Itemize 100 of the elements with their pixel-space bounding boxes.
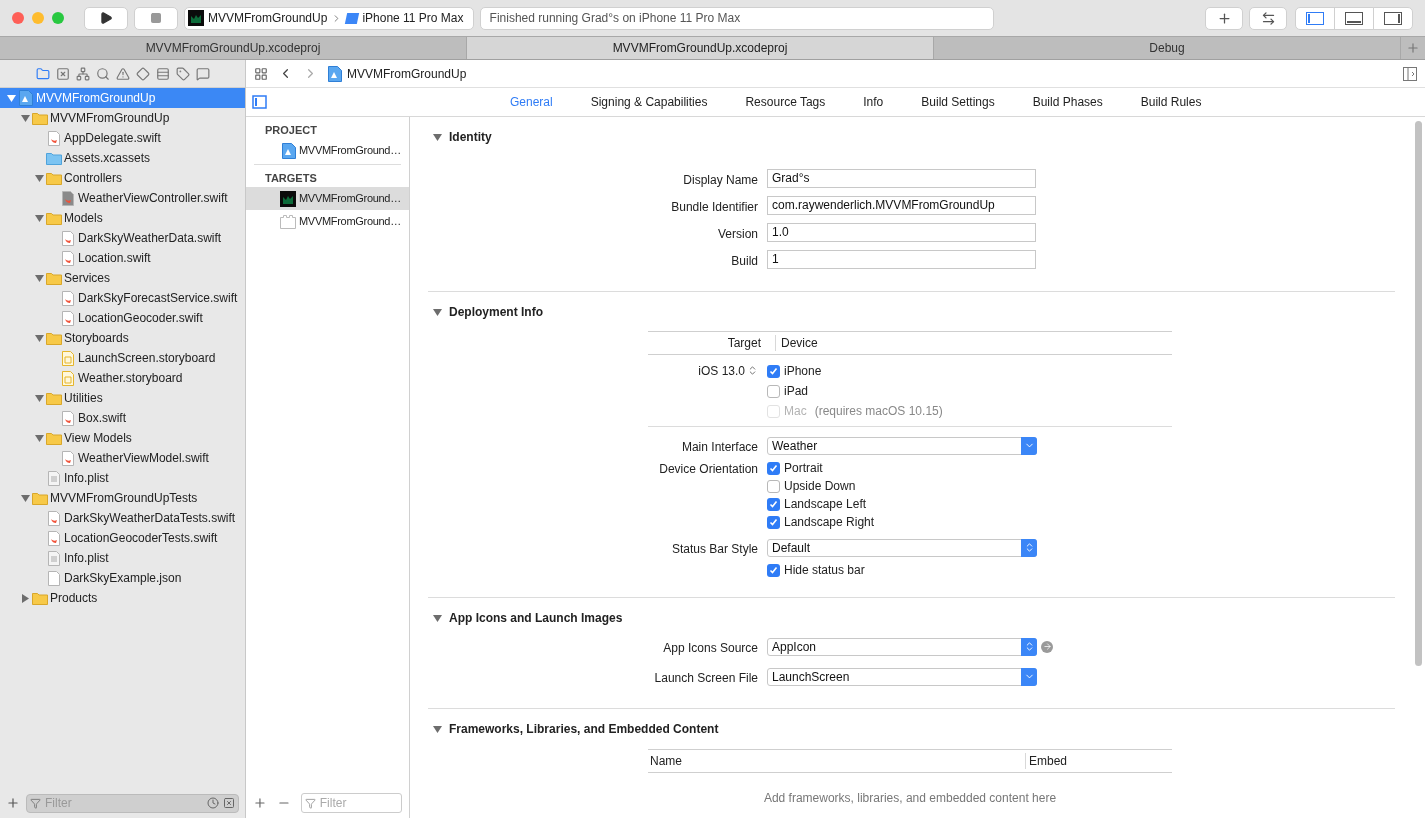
navigator-item[interactable]: Info.plist bbox=[0, 548, 245, 568]
disclosure-triangle-icon[interactable] bbox=[433, 724, 442, 734]
disclosure-triangle-icon[interactable] bbox=[20, 593, 30, 603]
editor-tab[interactable]: Resource Tags bbox=[745, 93, 826, 111]
grid-icon[interactable] bbox=[254, 66, 268, 81]
field-label: Device Orientation bbox=[659, 460, 758, 478]
swap-button[interactable] bbox=[1249, 6, 1287, 30]
editor-tab[interactable]: Build Settings bbox=[921, 93, 995, 111]
stop-button[interactable] bbox=[134, 6, 178, 30]
checkbox[interactable] bbox=[767, 515, 780, 529]
popup-button[interactable]: Default bbox=[767, 538, 1037, 557]
rows-icon[interactable] bbox=[155, 66, 170, 81]
navigator-item[interactable]: DarkSkyWeatherDataTests.swift bbox=[0, 508, 245, 528]
disclosure-triangle-icon[interactable] bbox=[20, 113, 30, 123]
clock-icon[interactable] bbox=[207, 797, 219, 809]
navigator-item[interactable]: Weather.storyboard bbox=[0, 368, 245, 388]
disclosure-triangle-icon[interactable] bbox=[433, 613, 442, 623]
scheme-selector[interactable]: MVVMFromGroundUp iPhone 11 Pro Max bbox=[184, 6, 474, 30]
layout-toggle-button[interactable] bbox=[1295, 6, 1335, 30]
navigator-item[interactable]: Info.plist bbox=[0, 468, 245, 488]
disclosure-triangle-icon[interactable] bbox=[34, 273, 44, 283]
square-x-icon[interactable] bbox=[223, 797, 235, 809]
disclosure-triangle-icon[interactable] bbox=[20, 493, 30, 503]
navigator-item[interactable]: Controllers bbox=[0, 168, 245, 188]
project-item[interactable]: MVVMFromGround… bbox=[246, 139, 409, 162]
text-field[interactable]: 1.0 bbox=[767, 223, 1036, 242]
section-title: Identity bbox=[449, 129, 492, 146]
navigator-item[interactable]: Location.swift bbox=[0, 248, 245, 268]
navigator-item[interactable]: Products bbox=[0, 588, 245, 608]
checkbox[interactable] bbox=[767, 364, 780, 378]
speech-bubble-icon[interactable] bbox=[195, 66, 210, 81]
disclosure-triangle-icon[interactable] bbox=[34, 173, 44, 183]
checkbox[interactable] bbox=[767, 479, 780, 493]
disclosure-triangle-icon[interactable] bbox=[433, 132, 442, 142]
navigator-item[interactable]: MVVMFromGroundUp bbox=[0, 108, 245, 128]
tag-icon[interactable] bbox=[175, 66, 190, 81]
navigator-item[interactable]: LocationGeocoderTests.swift bbox=[0, 528, 245, 548]
target-item[interactable]: MVVMFromGround… bbox=[246, 187, 409, 210]
diamond-icon[interactable] bbox=[135, 66, 150, 81]
navigator-item[interactable]: DarkSkyWeatherData.swift bbox=[0, 228, 245, 248]
folder-icon[interactable] bbox=[35, 66, 50, 81]
text-field[interactable]: com.raywenderlich.MVVMFromGroundUp bbox=[767, 196, 1036, 215]
checkbox[interactable] bbox=[767, 497, 780, 511]
text-field[interactable]: 1 bbox=[767, 250, 1036, 269]
run-button[interactable] bbox=[84, 6, 128, 30]
square-x-icon[interactable] bbox=[55, 66, 70, 81]
hierarchy-icon[interactable] bbox=[75, 66, 90, 81]
layout-toggle-button[interactable] bbox=[1334, 6, 1374, 30]
text-field[interactable]: Grad°s bbox=[767, 169, 1036, 188]
checkbox-label: Landscape Left bbox=[784, 496, 867, 513]
checkbox[interactable] bbox=[767, 563, 780, 577]
checkbox[interactable] bbox=[767, 384, 780, 398]
scrollbar-thumb[interactable] bbox=[1415, 121, 1422, 666]
section-header: PROJECT bbox=[265, 124, 317, 136]
sidebar-toggle-icon[interactable] bbox=[252, 95, 267, 109]
search-icon[interactable] bbox=[95, 66, 110, 81]
add-icon[interactable] bbox=[253, 796, 267, 810]
navigator-item[interactable]: WeatherViewController.swift bbox=[0, 188, 245, 208]
target-item[interactable]: MVVMFromGround… bbox=[246, 210, 409, 233]
navigator-item[interactable]: LocationGeocoder.swift bbox=[0, 308, 245, 328]
checkbox[interactable] bbox=[767, 461, 780, 475]
breadcrumb[interactable]: MVVMFromGroundUp bbox=[328, 64, 467, 83]
navigator-item[interactable]: AppDelegate.swift bbox=[0, 128, 245, 148]
empty-table-note: Add frameworks, libraries, and embedded content here bbox=[763, 791, 1057, 805]
editor-tab[interactable]: Info bbox=[863, 93, 884, 111]
disclosure-triangle-icon[interactable] bbox=[6, 93, 16, 103]
popup-button[interactable]: LaunchScreen bbox=[767, 667, 1037, 686]
swift-file-icon bbox=[48, 530, 60, 546]
disclosure-triangle-icon[interactable] bbox=[433, 307, 442, 317]
stepper-icon[interactable] bbox=[747, 365, 758, 376]
popup-button[interactable]: Weather bbox=[767, 436, 1037, 455]
storyboard-file-icon bbox=[62, 350, 74, 366]
warning-icon[interactable] bbox=[115, 66, 130, 81]
editor-tab[interactable]: Build Phases bbox=[1032, 93, 1103, 111]
disclosure-triangle-icon[interactable] bbox=[34, 213, 44, 223]
popup-button[interactable]: AppIcon bbox=[767, 637, 1037, 656]
editor-tab[interactable]: General bbox=[510, 93, 553, 111]
checkmark-icon bbox=[769, 463, 778, 473]
navigator-item[interactable]: Services bbox=[0, 268, 245, 288]
disclosure-triangle-icon[interactable] bbox=[34, 433, 44, 443]
window-tab[interactable]: MVVMFromGroundUp.xcodeproj bbox=[467, 37, 934, 59]
navigator-item[interactable]: Utilities bbox=[0, 388, 245, 408]
editor-tab[interactable]: Signing & Capabilities bbox=[590, 93, 708, 111]
navigator-item[interactable]: DarkSkyForecastService.swift bbox=[0, 288, 245, 308]
navigator-item[interactable]: Assets.xcassets bbox=[0, 148, 245, 168]
navigator-item[interactable]: WeatherViewModel.swift bbox=[0, 448, 245, 468]
inspector-toggle-icon[interactable] bbox=[1403, 66, 1417, 81]
disclosure-triangle-icon[interactable] bbox=[34, 393, 44, 403]
navigator-item[interactable]: Models bbox=[0, 208, 245, 228]
navigator-item[interactable]: Box.swift bbox=[0, 408, 245, 428]
navigator-item[interactable]: DarkSkyExample.json bbox=[0, 568, 245, 588]
navigator-item[interactable]: View Models bbox=[0, 428, 245, 448]
navigator-item[interactable]: LaunchScreen.storyboard bbox=[0, 348, 245, 368]
navigator-item[interactable]: MVVMFromGroundUpTests bbox=[0, 488, 245, 508]
add-icon[interactable] bbox=[6, 796, 20, 810]
close-button[interactable] bbox=[12, 12, 24, 24]
editor-tab[interactable]: Build Rules bbox=[1140, 93, 1202, 111]
navigator-item[interactable]: Storyboards bbox=[0, 328, 245, 348]
layout-toggle-button[interactable] bbox=[1373, 6, 1413, 30]
disclosure-triangle-icon[interactable] bbox=[34, 333, 44, 343]
